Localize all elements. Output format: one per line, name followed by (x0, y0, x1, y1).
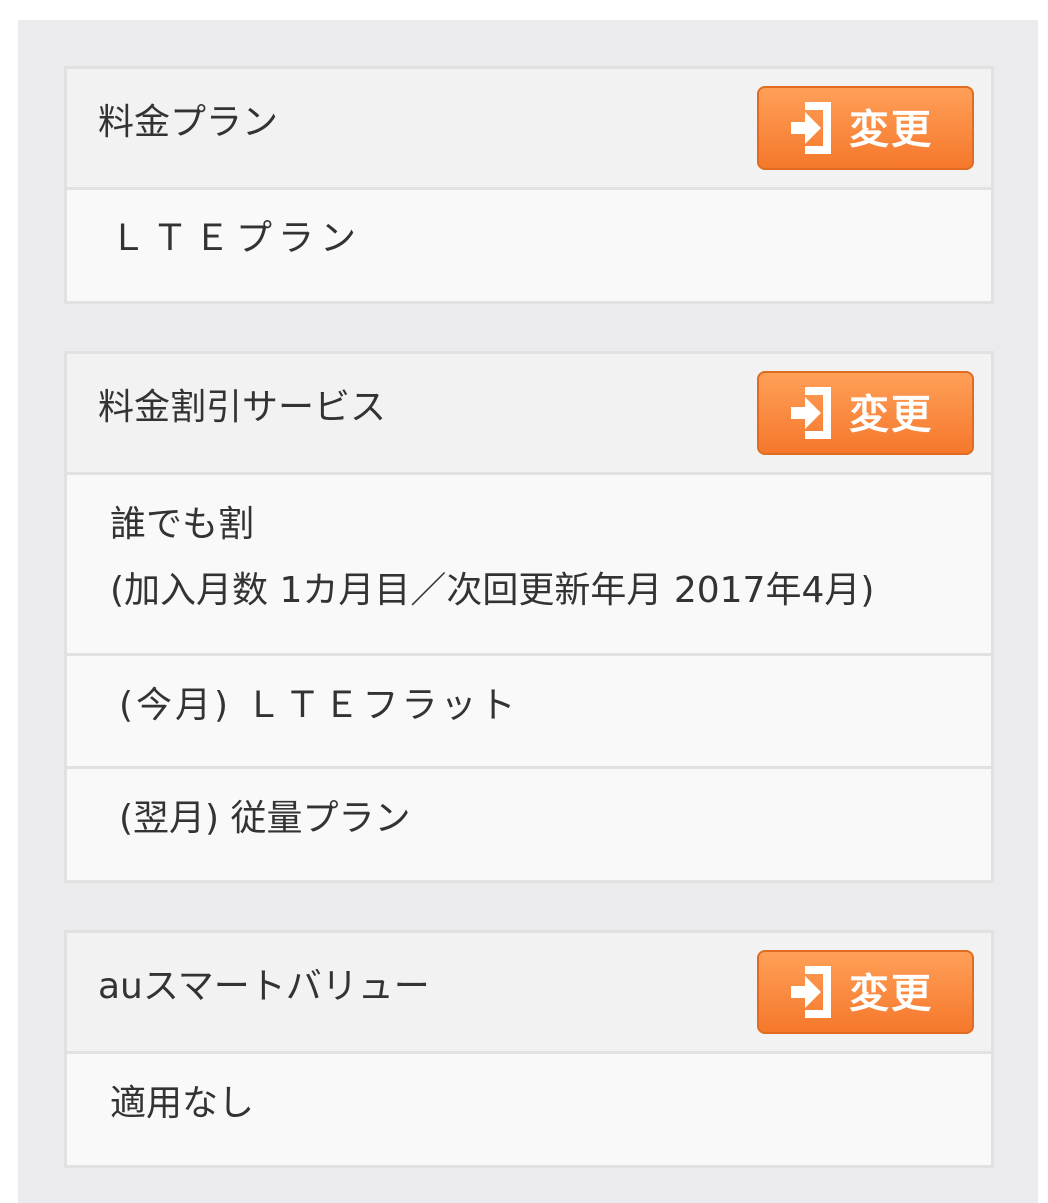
section-price-plan: 料金プラン 変更 ＬＴＥプラン (64, 66, 994, 304)
content-area: 料金プラン 変更 ＬＴＥプラン 料金割引サービス 変更 誰でも割 (加入月数 1… (18, 20, 1038, 1203)
sign-in-arrow-icon (791, 966, 831, 1018)
list-item: 誰でも割 (加入月数 1カ月目／次回更新年月 2017年4月) (67, 475, 991, 656)
section-title: 料金プラン (98, 102, 279, 143)
section-title: auスマートバリュー (98, 966, 430, 1007)
this-month-plan: (今月) ＬＴＥフラット (119, 685, 519, 726)
discount-name: 誰でも割 (110, 504, 255, 545)
next-month-plan: (翌月) 従量プラン (119, 798, 411, 839)
change-button-label: 変更 (849, 392, 933, 438)
section-header: auスマートバリュー 変更 (67, 933, 991, 1054)
section-title: 料金割引サービス (98, 387, 387, 428)
section-au-smart-value: auスマートバリュー 変更 適用なし (64, 930, 994, 1168)
list-item: (翌月) 従量プラン (67, 769, 991, 880)
section-header: 料金プラン 変更 (67, 69, 991, 190)
smart-value-status: 適用なし (110, 1083, 255, 1124)
change-discount-service-button[interactable]: 変更 (757, 371, 974, 455)
sign-in-arrow-icon (791, 102, 831, 154)
discount-detail: (加入月数 1カ月目／次回更新年月 2017年4月) (110, 570, 875, 611)
list-item: (今月) ＬＴＥフラット (67, 656, 991, 769)
sign-in-arrow-icon (791, 387, 831, 439)
section-discount-service: 料金割引サービス 変更 誰でも割 (加入月数 1カ月目／次回更新年月 2017年… (64, 351, 994, 883)
change-button-label: 変更 (849, 971, 933, 1017)
list-item: ＬＴＥプラン (67, 190, 991, 301)
change-button-label: 変更 (849, 107, 933, 153)
list-item: 適用なし (67, 1054, 991, 1165)
change-au-smart-value-button[interactable]: 変更 (757, 950, 974, 1034)
section-header: 料金割引サービス 変更 (67, 354, 991, 475)
plan-name: ＬＴＥプラン (110, 218, 363, 259)
change-price-plan-button[interactable]: 変更 (757, 86, 974, 170)
